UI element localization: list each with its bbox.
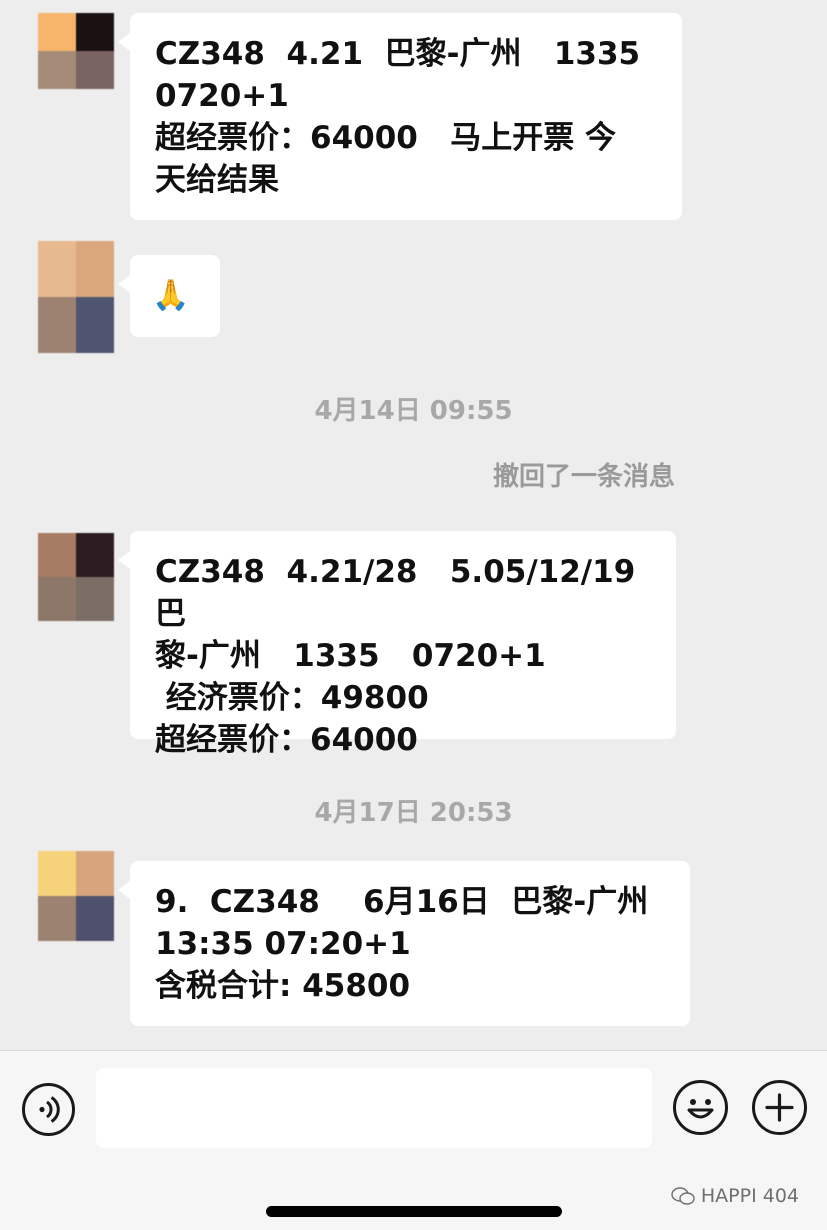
timestamp: 4月14日 09:55 (314, 396, 513, 426)
message-bubble[interactable]: CZ348 4.21/28 5.05/12/19 巴 黎-广州 1335 072… (118, 531, 676, 758)
avatar[interactable] (38, 851, 114, 941)
message-input[interactable] (96, 1068, 652, 1148)
voice-button[interactable] (22, 1083, 75, 1136)
emoji-bubble[interactable]: 🙏 (118, 255, 220, 337)
input-toolbar: HAPPI 404 (0, 1050, 827, 1230)
timestamp: 4月17日 20:53 (314, 798, 513, 828)
home-indicator (266, 1206, 562, 1217)
watermark: HAPPI 404 (671, 1185, 799, 1207)
watermark-text: HAPPI 404 (700, 1185, 799, 1207)
avatar[interactable] (38, 241, 114, 353)
message-bubble[interactable]: CZ348 4.21 巴黎-广州 1335 0720+1 超经票价：64000 … (118, 13, 682, 220)
plus-icon (765, 1093, 794, 1122)
plus-button[interactable] (752, 1080, 807, 1135)
voice-icon (39, 1096, 60, 1123)
emoji-icon (687, 1099, 714, 1119)
wechat-icon (671, 1187, 695, 1205)
recall-notice: 撤回了一条消息 (492, 462, 675, 492)
message-bubble[interactable]: 9. CZ348 6月16日 巴黎-广州 13:35 07:20+1 含税合计:… (118, 861, 690, 1026)
avatar[interactable] (38, 13, 114, 89)
emoji-button[interactable] (673, 1080, 728, 1135)
avatar[interactable] (38, 533, 114, 621)
chat-area: CZ348 4.21 巴黎-广州 1335 0720+1 超经票价：64000 … (0, 0, 827, 1050)
